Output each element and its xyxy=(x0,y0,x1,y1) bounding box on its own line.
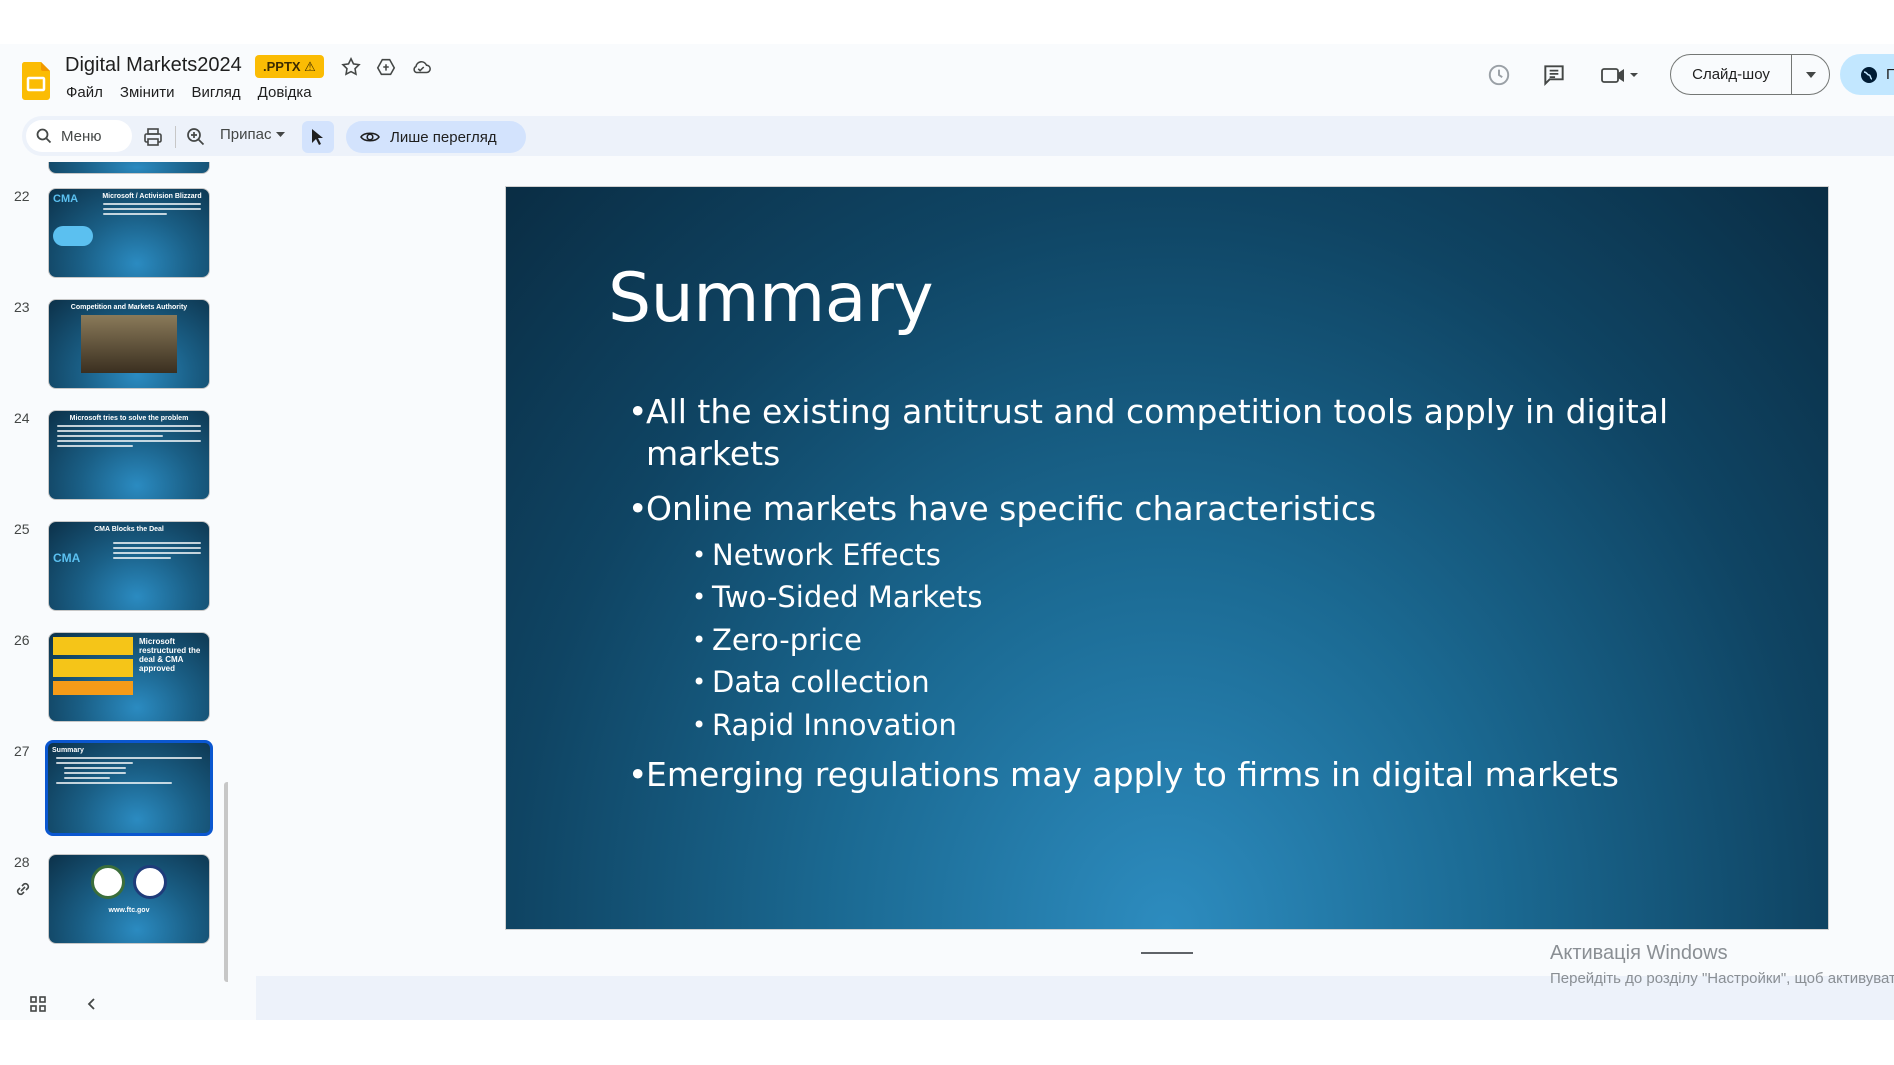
cma-logo: CMA xyxy=(53,193,79,205)
slideshow-button-group: Слайд-шоу xyxy=(1670,54,1830,95)
slide-number: 24 xyxy=(14,410,30,426)
eye-icon xyxy=(360,132,380,142)
slide-thumbnail[interactable]: Microsoft tries to solve the problem xyxy=(48,410,210,500)
comments-icon[interactable] xyxy=(1541,62,1567,88)
slide-number: 28 xyxy=(14,854,30,870)
thumb-title: Competition and Markets Authority xyxy=(70,304,188,311)
slide-title: Summary xyxy=(608,259,934,338)
slide-thumbnail[interactable]: www.ftc.gov xyxy=(48,854,210,944)
bullet-item: • Online markets have specific characteri… xyxy=(628,489,1377,528)
menu-search-input[interactable]: Меню xyxy=(26,120,132,152)
file-format-badge[interactable]: .PPTX ⚠ xyxy=(255,55,324,78)
chevron-left-icon[interactable] xyxy=(82,994,102,1014)
sub-bullet-item: • Rapid Innovation xyxy=(692,708,957,742)
bullet-item: • Emerging regulations may apply to firms… xyxy=(628,755,1619,794)
globe-icon xyxy=(1861,66,1877,83)
windows-activation-hint: Перейдіть до розділу "Настройки", щоб ак… xyxy=(1550,970,1894,987)
bullet-item: • All the existing antitrust and competit… xyxy=(628,392,1669,431)
sub-bullet-item: • Data collection xyxy=(692,665,930,699)
zoom-select[interactable]: Припас xyxy=(220,126,286,143)
slide-thumbnail-selected[interactable]: Summary xyxy=(45,740,213,836)
cursor-arrow-icon xyxy=(312,129,323,145)
slide-number: 23 xyxy=(14,299,30,315)
thumb-title: Microsoft tries to solve the problem xyxy=(69,415,189,422)
search-placeholder: Меню xyxy=(61,127,102,145)
move-to-drive-icon[interactable] xyxy=(375,56,397,78)
chevron-down-icon xyxy=(276,132,286,137)
cma-logo: CMA xyxy=(53,551,81,565)
thumb-title: Microsoft restructured the deal & CMA ap… xyxy=(139,637,201,673)
bullet-item-continuation: markets xyxy=(646,434,781,473)
grid-view-icon[interactable] xyxy=(28,994,48,1014)
sub-bullet-item: • Zero-price xyxy=(692,623,862,657)
zoom-label: Припас xyxy=(220,126,272,143)
toolbar-divider xyxy=(175,126,176,148)
link-icon[interactable] xyxy=(14,880,32,898)
version-history-icon[interactable] xyxy=(1486,62,1512,88)
ftc-seal-image xyxy=(91,865,125,899)
slide-filmstrip: 22 CMA Microsoft / Activision Blizzard 2… xyxy=(0,162,228,982)
menu-bar: Файл Змінити Вигляд Довідка xyxy=(66,84,312,101)
slides-logo-icon[interactable] xyxy=(22,62,50,100)
slide-canvas[interactable]: Summary • All the existing antitrust and … xyxy=(505,186,1829,930)
slide-number: 22 xyxy=(14,188,30,204)
slides-app: Digital Markets2024 .PPTX ⚠ Файл Змінити… xyxy=(0,44,1894,1020)
cloud-status-icon[interactable] xyxy=(410,56,432,78)
slide-thumbnail[interactable]: Competition and Markets Authority xyxy=(48,299,210,389)
document-title[interactable]: Digital Markets2024 xyxy=(65,54,242,77)
print-icon[interactable] xyxy=(142,126,164,148)
sub-bullet-item: • Network Effects xyxy=(692,538,941,572)
share-label: П xyxy=(1886,66,1894,83)
view-only-mode-button[interactable]: Лише перегляд xyxy=(346,121,526,153)
cloud-icon xyxy=(53,226,93,246)
menu-file[interactable]: Файл xyxy=(66,84,103,101)
speaker-notes-resize-handle[interactable] xyxy=(1141,952,1193,954)
filmstrip-scrollbar[interactable] xyxy=(224,782,228,982)
sub-bullet-item: • Two-Sided Markets xyxy=(692,580,983,614)
chevron-down-icon xyxy=(1805,71,1816,78)
meet-camera-icon[interactable] xyxy=(1600,62,1640,88)
menu-help[interactable]: Довідка xyxy=(258,84,312,101)
slide-thumbnail[interactable]: CMA Microsoft / Activision Blizzard xyxy=(48,188,210,278)
thumb-title: www.ftc.gov xyxy=(108,907,150,914)
doj-seal-image xyxy=(133,865,167,899)
slide-number: 25 xyxy=(14,521,30,537)
slideshow-button[interactable]: Слайд-шоу xyxy=(1671,55,1792,94)
view-only-label: Лише перегляд xyxy=(390,128,497,146)
slide-number: 26 xyxy=(14,632,30,648)
thumb-title: Summary xyxy=(52,747,84,754)
slide-number: 27 xyxy=(14,743,30,759)
slide-thumbnail[interactable]: CMA Blocks the Deal CMA xyxy=(48,521,210,611)
toolbar: Меню Припас Лише перегляд xyxy=(22,116,1894,156)
menu-edit[interactable]: Змінити xyxy=(120,84,175,101)
search-icon xyxy=(36,128,52,144)
star-icon[interactable] xyxy=(340,56,362,78)
windows-activation-title: Активація Windows xyxy=(1550,942,1728,964)
slide-thumbnail[interactable] xyxy=(48,162,210,174)
zoom-icon[interactable] xyxy=(185,126,207,148)
thumb-title: CMA Blocks the Deal xyxy=(94,526,164,533)
thumb-title: Microsoft / Activision Blizzard xyxy=(102,193,202,200)
slide-thumbnail[interactable]: Microsoft restructured the deal & CMA ap… xyxy=(48,632,210,722)
share-button[interactable]: П xyxy=(1840,54,1894,95)
menu-view[interactable]: Вигляд xyxy=(192,84,241,101)
game-cover-image xyxy=(81,315,177,373)
slideshow-options-button[interactable] xyxy=(1792,71,1829,78)
select-tool-button[interactable] xyxy=(302,121,334,153)
